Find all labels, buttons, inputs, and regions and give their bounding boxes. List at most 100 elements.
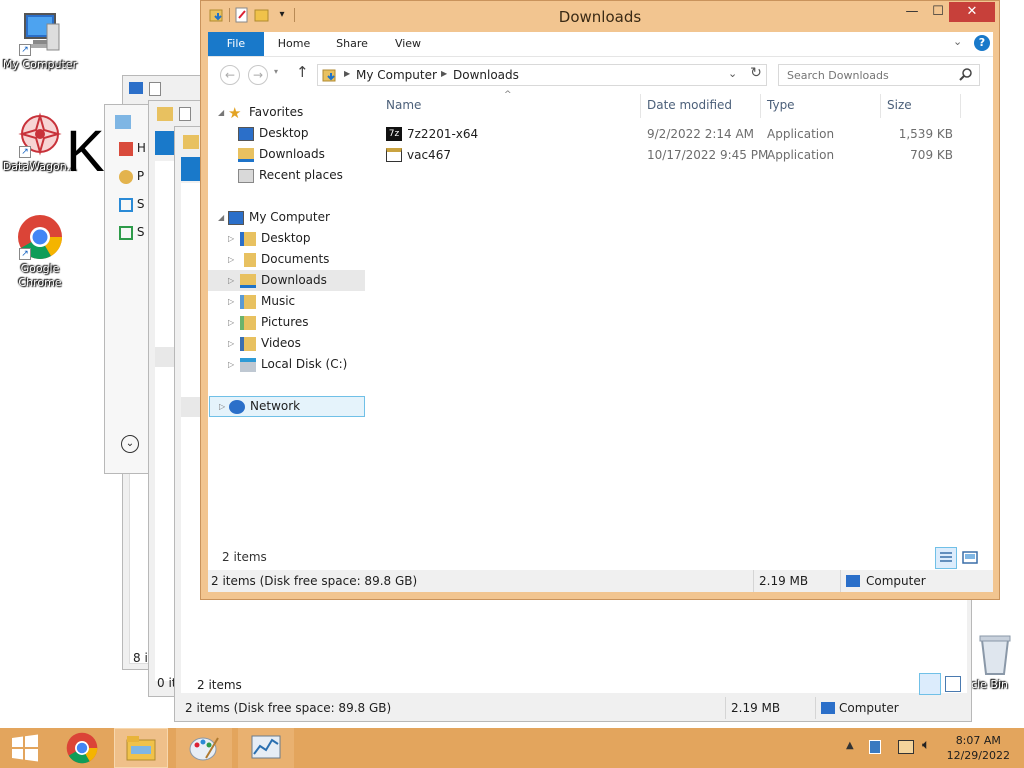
- close-button[interactable]: ✕: [949, 2, 995, 22]
- collapsed-arrow-icon[interactable]: ▷: [228, 291, 234, 312]
- nav-computer-local-disk[interactable]: ▷ Local Disk (C:): [228, 354, 347, 375]
- performance-chart-icon: [251, 735, 281, 759]
- nav-favorites-downloads[interactable]: Downloads: [238, 144, 325, 165]
- nav-my-computer[interactable]: ◢ My Computer: [218, 207, 330, 228]
- tray-app-icon[interactable]: [869, 740, 881, 754]
- breadcrumb-chevron-icon[interactable]: ▶: [441, 69, 447, 78]
- maximize-button[interactable]: ☐: [925, 2, 951, 22]
- expand-ribbon-icon[interactable]: ⌄: [953, 35, 962, 48]
- collapsed-arrow-icon[interactable]: ▷: [228, 333, 234, 354]
- clock-date: 12/29/2022: [946, 749, 1010, 762]
- chevron-down-circle-icon[interactable]: ⌄: [121, 435, 139, 453]
- nav-computer-downloads[interactable]: ▷ Downloads: [208, 270, 365, 291]
- address-path[interactable]: ▶ My Computer ▶ Downloads ⌄: [317, 64, 767, 86]
- show-hidden-icons-icon[interactable]: ▲: [846, 740, 854, 751]
- hard-drive-icon: [240, 357, 256, 372]
- file-date: 10/17/2022 9:45 PM: [647, 148, 769, 162]
- taskbar-performance-app[interactable]: [238, 728, 294, 768]
- tab-home[interactable]: Home: [272, 32, 316, 56]
- window-title: Downloads: [558, 8, 642, 26]
- nav-computer-music[interactable]: ▷ Music: [228, 291, 295, 312]
- recent-locations-icon[interactable]: ▾: [274, 67, 278, 76]
- search-box[interactable]: [778, 64, 980, 86]
- folder-small-icon: [183, 135, 199, 149]
- table-row[interactable]: 7z 7z2201-x64 9/2/2022 2:14 AM Applicati…: [378, 124, 978, 145]
- taskbar-chrome[interactable]: [56, 728, 108, 768]
- large-icons-view-icon[interactable]: [945, 676, 961, 692]
- breadcrumb-downloads[interactable]: Downloads: [453, 68, 519, 82]
- page-icon: [179, 107, 191, 121]
- start-button[interactable]: [0, 728, 50, 768]
- clock[interactable]: 8:07 AM 12/29/2022: [947, 733, 1010, 763]
- paint-palette-icon: [189, 737, 219, 761]
- nav-computer-documents[interactable]: ▷ Documents: [228, 249, 329, 270]
- nav-favorites-desktop[interactable]: Desktop: [238, 123, 309, 144]
- list-item[interactable]: P: [119, 169, 144, 184]
- recycle-bin-icon: [972, 630, 1018, 676]
- star-icon: ★: [228, 103, 242, 122]
- back-button[interactable]: ←: [220, 65, 240, 85]
- desktop-icon-google-chrome[interactable]: ↗ Google Chrome: [0, 214, 80, 290]
- breadcrumb-chevron-icon[interactable]: ▶: [344, 69, 350, 78]
- chrome-icon: [66, 732, 98, 764]
- collapsed-arrow-icon[interactable]: ▷: [219, 397, 225, 416]
- nav-favorites[interactable]: ◢ ★ Favorites: [218, 102, 303, 123]
- table-row[interactable]: vac467 10/17/2022 9:45 PM Application 70…: [378, 145, 978, 166]
- refresh-button[interactable]: ↻: [745, 65, 767, 85]
- collapsed-arrow-icon[interactable]: ▷: [228, 228, 234, 249]
- up-button[interactable]: ↑: [296, 63, 309, 81]
- desktop-icon-label: My Computer: [2, 58, 78, 71]
- ribbon-tabs: File Home Share View ⌄ ?: [208, 32, 993, 56]
- address-dropdown-icon[interactable]: ⌄: [728, 67, 737, 80]
- nav-computer-pictures[interactable]: ▷ Pictures: [228, 312, 309, 333]
- taskbar-paint[interactable]: [176, 728, 232, 768]
- collapsed-arrow-icon[interactable]: ▷: [228, 249, 234, 270]
- details-view-icon[interactable]: [919, 673, 941, 695]
- nav-computer-videos[interactable]: ▷ Videos: [228, 333, 301, 354]
- file-size: 709 KB: [910, 148, 953, 162]
- column-header-size[interactable]: Size: [887, 98, 912, 112]
- tab-view[interactable]: View: [388, 32, 428, 56]
- items-count: 2 items: [197, 678, 242, 692]
- folder-download-icon: [322, 67, 338, 86]
- large-icons-view-icon[interactable]: [959, 547, 981, 569]
- search-input[interactable]: [785, 68, 955, 83]
- explorer-content: ◢ ★ Favorites Desktop Downloads Recent pl…: [208, 90, 993, 570]
- desktop-icon-my-computer[interactable]: ↗ My Computer: [0, 10, 80, 72]
- view-buttons: [935, 547, 981, 569]
- column-header-name[interactable]: Name: [386, 98, 421, 112]
- tab-share[interactable]: Share: [330, 32, 374, 56]
- forward-button[interactable]: →: [248, 65, 268, 85]
- search-icon[interactable]: [959, 67, 973, 84]
- volume-icon[interactable]: 🔈︎: [922, 737, 930, 753]
- nav-favorites-recent[interactable]: Recent places: [238, 165, 343, 186]
- taskbar-file-explorer[interactable]: [114, 728, 168, 768]
- computer-icon: [228, 210, 244, 225]
- navigation-pane: ◢ ★ Favorites Desktop Downloads Recent pl…: [208, 92, 368, 570]
- details-view-icon[interactable]: [935, 547, 957, 569]
- list-item[interactable]: S: [119, 225, 144, 240]
- help-icon[interactable]: ?: [974, 35, 990, 51]
- expand-arrow-icon[interactable]: ◢: [218, 207, 224, 228]
- collapsed-arrow-icon[interactable]: ▷: [228, 354, 234, 375]
- file-date: 9/2/2022 2:14 AM: [647, 127, 755, 141]
- minimize-button[interactable]: —: [899, 2, 925, 22]
- collapsed-arrow-icon[interactable]: ▷: [228, 270, 234, 291]
- collapsed-arrow-icon[interactable]: ▷: [228, 312, 234, 333]
- expand-arrow-icon[interactable]: ◢: [218, 102, 224, 123]
- title-bar[interactable]: ▾ Downloads — ☐ ✕: [201, 1, 999, 32]
- column-header-date[interactable]: Date modified: [647, 98, 732, 112]
- explorer-window-downloads[interactable]: ▾ Downloads — ☐ ✕ File Home Share View ⌄…: [200, 0, 1000, 600]
- desktop-icon: [238, 126, 254, 141]
- computer-icon: ↗: [17, 10, 63, 56]
- breadcrumb-my-computer[interactable]: My Computer: [356, 68, 437, 82]
- tab-file[interactable]: File: [208, 32, 264, 56]
- list-item[interactable]: S: [119, 197, 144, 212]
- network-status-icon[interactable]: [898, 740, 914, 754]
- list-item[interactable]: H: [119, 141, 146, 156]
- nav-computer-desktop[interactable]: ▷ Desktop: [228, 228, 311, 249]
- status-disk-free: 2 items (Disk free space: 89.8 GB): [211, 574, 418, 588]
- column-header-type[interactable]: Type: [767, 98, 795, 112]
- nav-network[interactable]: ▷ Network: [209, 396, 365, 417]
- address-bar: ← → ▾ ↑ ▶ My Computer ▶ Downloads ⌄ ↻: [208, 56, 993, 92]
